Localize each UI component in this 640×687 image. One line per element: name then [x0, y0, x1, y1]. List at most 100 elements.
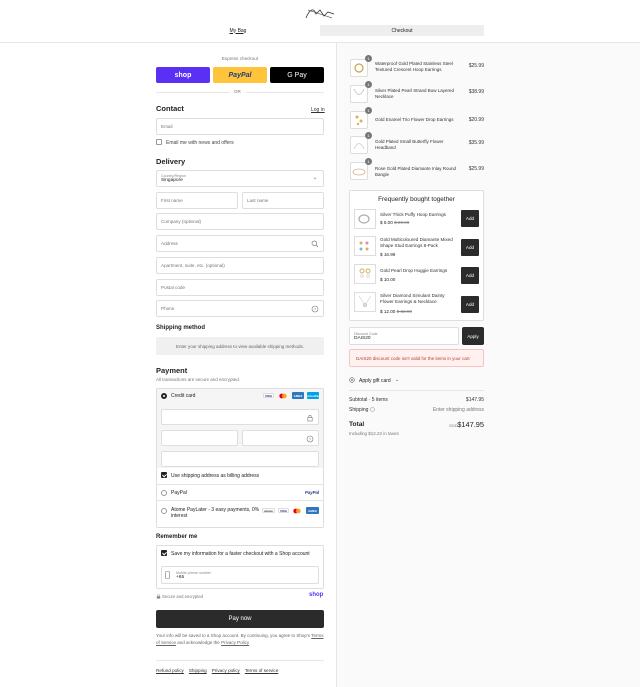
bangle-icon	[352, 168, 366, 176]
payment-divider	[157, 484, 323, 485]
headband-icon	[353, 143, 365, 150]
svg-text:?: ?	[314, 307, 317, 312]
column-divider	[336, 43, 337, 687]
google-pay-button[interactable]: G Pay	[270, 67, 324, 83]
first-name-placeholder: First name	[161, 198, 183, 203]
postal-code-field[interactable]: Postal code	[156, 279, 324, 296]
apartment-field[interactable]: Apartment, suite, etc. (optional)	[156, 257, 324, 274]
security-code-field[interactable]: ?	[242, 430, 319, 446]
cart-item-name: Waterproof Gold Plated Stainless Steel T…	[375, 61, 453, 73]
first-name-field[interactable]: First name	[156, 192, 238, 209]
name-on-card-field[interactable]	[161, 451, 319, 467]
email-field[interactable]: Email	[156, 118, 324, 135]
login-link[interactable]: Log in	[311, 107, 325, 113]
fbt-item-name: Gold Multicoloured Diamante Mixed Shape …	[380, 237, 453, 248]
privacy-policy-link[interactable]: Privacy policy	[212, 668, 240, 673]
fbt-item-image	[354, 209, 376, 229]
subtotal-label: Subtotal · 5 items	[349, 397, 388, 403]
save-info-checkbox[interactable]	[161, 550, 167, 556]
fbt-add-button[interactable]: Add	[461, 210, 479, 227]
cart-item-image	[350, 162, 368, 180]
discount-code-field[interactable]: Discount Code DAIS20	[349, 327, 459, 345]
atome-radio[interactable]	[161, 508, 167, 514]
legal-and: and acknowledge the	[177, 639, 220, 645]
address-field[interactable]: Address	[156, 235, 324, 252]
subtotal-value: $147.95	[465, 397, 484, 403]
cart-item-qty: 1	[365, 158, 372, 165]
cart-item-qty: 1	[365, 107, 372, 114]
total-value: $147.95	[457, 420, 484, 429]
fbt-add-button[interactable]: Add	[461, 296, 479, 313]
email-placeholder: Email	[161, 124, 173, 129]
secure-label: Secure and encrypted	[162, 594, 203, 599]
card-number-field[interactable]	[161, 409, 319, 425]
cart-item-price: $35.99	[468, 140, 484, 146]
summary-divider	[349, 390, 484, 391]
necklace-icon	[353, 88, 365, 95]
shop-pay-label: shop	[174, 71, 192, 79]
credit-card-radio[interactable]	[161, 393, 167, 399]
tab-checkout[interactable]: Checkout	[320, 25, 484, 36]
expiry-field[interactable]	[161, 430, 238, 446]
company-field[interactable]: Company (optional)	[156, 213, 324, 230]
news-label: Email me with news and offers	[166, 140, 234, 146]
fbt-item-price: $ 12.00 $ 33.99	[380, 309, 412, 314]
shipping-value: Enter shipping address	[432, 407, 484, 413]
pearl-earring-icon	[359, 268, 371, 278]
fbt-add-label: Add	[465, 216, 475, 221]
lock-icon	[156, 594, 161, 599]
shop-logo: shop	[309, 592, 324, 598]
fbt-add-button[interactable]: Add	[461, 267, 479, 284]
legal-text: Your info will be saved to a Shop accoun…	[156, 633, 324, 646]
phone-field[interactable]: Phone ?	[156, 300, 324, 317]
fbt-item-name: Silver Thick Puffy Hoop Earrings	[380, 212, 446, 217]
pay-now-label: Pay now	[228, 616, 252, 622]
fbt-item-sale-price: $ 10.00	[380, 277, 396, 282]
delivery-heading: Delivery	[156, 157, 186, 166]
help-icon[interactable]: ?	[311, 305, 319, 313]
help-icon[interactable]: ?	[306, 435, 314, 443]
visa-icon: VISA	[278, 508, 289, 513]
shipping-link[interactable]: Shipping	[189, 668, 207, 673]
lock-icon	[307, 415, 313, 422]
fbt-item-image	[354, 236, 376, 256]
pay-now-button[interactable]: Pay now	[156, 610, 324, 628]
mastercard-icon	[279, 393, 287, 399]
add-circle-icon	[349, 377, 355, 383]
fbt-item-price: $ 5.00 $ 20.99	[380, 220, 409, 225]
tab-my-bag[interactable]: My Bag	[156, 25, 320, 36]
discount-error-banner: DAIS20 discount code isn't valid for the…	[349, 349, 484, 367]
chevron-down-icon: ⌄	[395, 377, 400, 383]
mobile-phone-field[interactable]: Mobile phone number +65	[161, 566, 319, 584]
fbt-item-sale-price: $ 12.00	[380, 309, 396, 314]
footer-divider	[156, 660, 324, 661]
cart-item-name: Silver Plated Pearl Strand Bow Layered N…	[375, 88, 455, 100]
last-name-placeholder: Last name	[247, 198, 269, 203]
or-label: OR	[234, 89, 241, 94]
privacy-link[interactable]: Privacy Policy	[221, 640, 249, 645]
payment-heading: Payment	[156, 366, 188, 375]
last-name-field[interactable]: Last name	[242, 192, 324, 209]
fbt-add-label: Add	[465, 245, 475, 250]
help-icon[interactable]	[370, 407, 375, 412]
paypal-button[interactable]: PayPal	[213, 67, 267, 83]
country-select[interactable]: Country/Region Singapore ⌄	[156, 170, 324, 187]
news-checkbox[interactable]	[156, 139, 162, 145]
paypal-radio[interactable]	[161, 490, 167, 496]
remember-me-heading: Remember me	[156, 534, 198, 540]
apply-gift-card-link[interactable]: Apply gift card	[359, 378, 391, 384]
refund-policy-link[interactable]: Refund policy	[156, 668, 184, 673]
cart-item-image	[350, 85, 368, 103]
billing-same-checkbox[interactable]	[161, 472, 167, 478]
brand-logo[interactable]	[302, 6, 338, 22]
footer-links: Refund policy Shipping Privacy policy Te…	[156, 668, 278, 673]
cart-item-qty: 1	[365, 81, 372, 88]
apply-discount-button[interactable]: Apply	[462, 327, 484, 345]
fbt-add-button[interactable]: Add	[461, 239, 479, 256]
shop-pay-button[interactable]: shop	[156, 67, 210, 83]
country-value: Singapore	[161, 178, 183, 183]
stud-earrings-icon	[359, 241, 369, 251]
cart-item-price: $20.99	[468, 117, 484, 123]
terms-of-service-link[interactable]: Terms of service	[245, 668, 278, 673]
phone-placeholder: Phone	[161, 306, 175, 311]
